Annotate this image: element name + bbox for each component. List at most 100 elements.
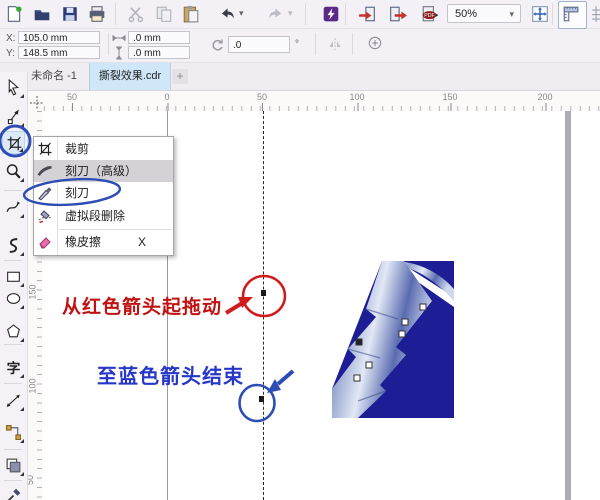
mirror-icon[interactable]	[328, 37, 342, 51]
open-icon[interactable]	[33, 5, 51, 23]
standard-toolbar: ▾ ▾ PDF 50% ▾	[0, 0, 600, 29]
print-icon[interactable]	[88, 5, 106, 23]
connector-tool[interactable]	[2, 421, 25, 444]
propbar-separator	[352, 33, 353, 55]
toolbox-separator	[4, 190, 22, 191]
add-node-icon[interactable]	[368, 36, 385, 53]
pick-tool[interactable]	[2, 76, 25, 99]
y-label: Y:	[6, 48, 15, 59]
import-icon[interactable]	[358, 5, 376, 23]
svg-text:PDF: PDF	[424, 13, 434, 19]
y-position-field[interactable]: 148.5 mm	[18, 46, 100, 59]
tab-untitled-1[interactable]: 未命名 -1	[20, 63, 88, 90]
freehand-tool[interactable]	[2, 196, 25, 219]
rotation-angle-field[interactable]: .0	[228, 36, 290, 53]
knife-cut-guideline[interactable]	[263, 111, 264, 500]
vruler-label: 150	[28, 284, 38, 299]
propbar-separator	[108, 33, 109, 55]
page-right-edge	[565, 111, 571, 500]
full-screen-preview-icon[interactable]	[531, 5, 549, 23]
shape-tool[interactable]	[2, 105, 25, 128]
property-bar: X: 105.0 mm Y: 148.5 mm .0 mm .0 mm .0 °	[0, 29, 600, 63]
toolbox-separator	[4, 449, 22, 450]
artistic-media-tool[interactable]	[2, 234, 25, 257]
hruler-label: 50	[67, 92, 77, 102]
menu-item-crop[interactable]: 裁剪	[34, 138, 173, 160]
zoom-tool[interactable]	[2, 160, 25, 183]
menu-item-virtual-segment-delete[interactable]: 虚拟段删除	[34, 205, 173, 227]
hruler-label: 0	[164, 92, 169, 102]
eraser-shortcut: X	[138, 231, 146, 253]
eraser-icon	[37, 234, 53, 250]
drag-end-annotation: 至蓝色箭头结束	[97, 360, 244, 389]
new-tab-button[interactable]: +	[172, 69, 188, 84]
ellipse-tool[interactable]	[2, 287, 25, 310]
toolbox: 字	[0, 72, 28, 500]
menu-separator	[59, 229, 171, 230]
knife-icon	[37, 185, 53, 201]
save-icon[interactable]	[61, 5, 79, 23]
x-position-field[interactable]: 105.0 mm	[18, 31, 100, 44]
undo-icon[interactable]	[218, 5, 236, 23]
eyedropper-icon	[5, 487, 22, 500]
vruler-label: 100	[28, 378, 38, 393]
text-tool[interactable]: 字	[2, 356, 25, 379]
application-launcher-icon[interactable]	[322, 5, 340, 23]
object-height-field[interactable]: .0 mm	[128, 46, 190, 59]
publish-to-pdf-icon[interactable]: PDF	[421, 5, 439, 23]
torn-paper-image[interactable]	[332, 261, 454, 418]
eyedropper-tool[interactable]	[2, 484, 25, 500]
menu-item-knife-advanced[interactable]: 刻刀（高级）	[34, 160, 173, 182]
object-height-icon	[112, 46, 126, 60]
crop-tool[interactable]	[2, 131, 25, 154]
dimension-tool[interactable]	[2, 389, 25, 412]
hruler-label: 200	[537, 92, 552, 102]
tab-tear-effect[interactable]: 撕裂效果.cdr	[89, 63, 171, 90]
rotation-icon	[210, 38, 224, 52]
new-document-icon[interactable]	[5, 5, 23, 23]
menu-item-eraser[interactable]: 橡皮擦 X	[34, 231, 173, 253]
export-icon[interactable]	[389, 5, 407, 23]
degree-symbol: °	[295, 39, 299, 50]
undo-dropdown-arrow[interactable]: ▾	[239, 8, 244, 19]
toolbar-separator	[552, 3, 553, 25]
paste-icon[interactable]	[182, 5, 200, 23]
horizontal-ruler[interactable]: 50 0 50 100 150 200	[42, 91, 600, 112]
copy-icon[interactable]	[155, 5, 173, 23]
crop-tool-flyout-menu: 裁剪 刻刀（高级） 刻刀 虚拟段删除 橡皮擦 X	[33, 136, 174, 256]
crop-icon	[37, 141, 53, 157]
hruler-label: 50	[257, 92, 267, 102]
toolbar-separator	[345, 3, 346, 25]
coreldraw-window: ▾ ▾ PDF 50% ▾ X: 105.0 mm Y: 148.5 mm .0…	[0, 0, 600, 500]
propbar-separator	[315, 33, 316, 55]
cut-icon[interactable]	[127, 5, 145, 23]
toolbox-separator	[4, 260, 22, 261]
object-width-field[interactable]: .0 mm	[128, 31, 190, 44]
zoom-level-value: 50%	[455, 8, 477, 20]
ruler-corner	[28, 91, 42, 111]
document-tab-bar: 未命名 -1 撕裂效果.cdr +	[0, 63, 600, 91]
toolbox-separator	[4, 383, 22, 384]
zoom-dropdown-arrow[interactable]: ▾	[509, 5, 514, 24]
toolbox-separator	[4, 344, 22, 345]
menu-item-knife[interactable]: 刻刀	[34, 182, 173, 204]
grid-toggle-icon[interactable]	[591, 5, 600, 23]
rulers-toggle-button[interactable]	[558, 1, 587, 29]
toolbox-separator	[4, 480, 22, 481]
hruler-label: 150	[442, 92, 457, 102]
redo-dropdown-arrow[interactable]: ▾	[288, 8, 293, 19]
object-width-icon	[112, 31, 126, 45]
toolbar-separator	[305, 3, 306, 25]
toolbar-separator	[115, 3, 116, 25]
redo-icon[interactable]	[267, 5, 285, 23]
rulers-icon	[562, 5, 580, 23]
svg-text:字: 字	[7, 360, 21, 376]
drag-start-annotation: 从红色箭头起拖动	[62, 292, 222, 319]
virtual-segment-delete-icon	[37, 208, 53, 224]
x-label: X:	[6, 33, 15, 44]
rectangle-tool[interactable]	[2, 265, 25, 288]
hruler-label: 100	[349, 92, 364, 102]
zoom-level-combo[interactable]: 50% ▾	[447, 4, 521, 23]
drop-shadow-tool[interactable]	[2, 454, 25, 477]
polygon-tool[interactable]	[2, 320, 25, 343]
